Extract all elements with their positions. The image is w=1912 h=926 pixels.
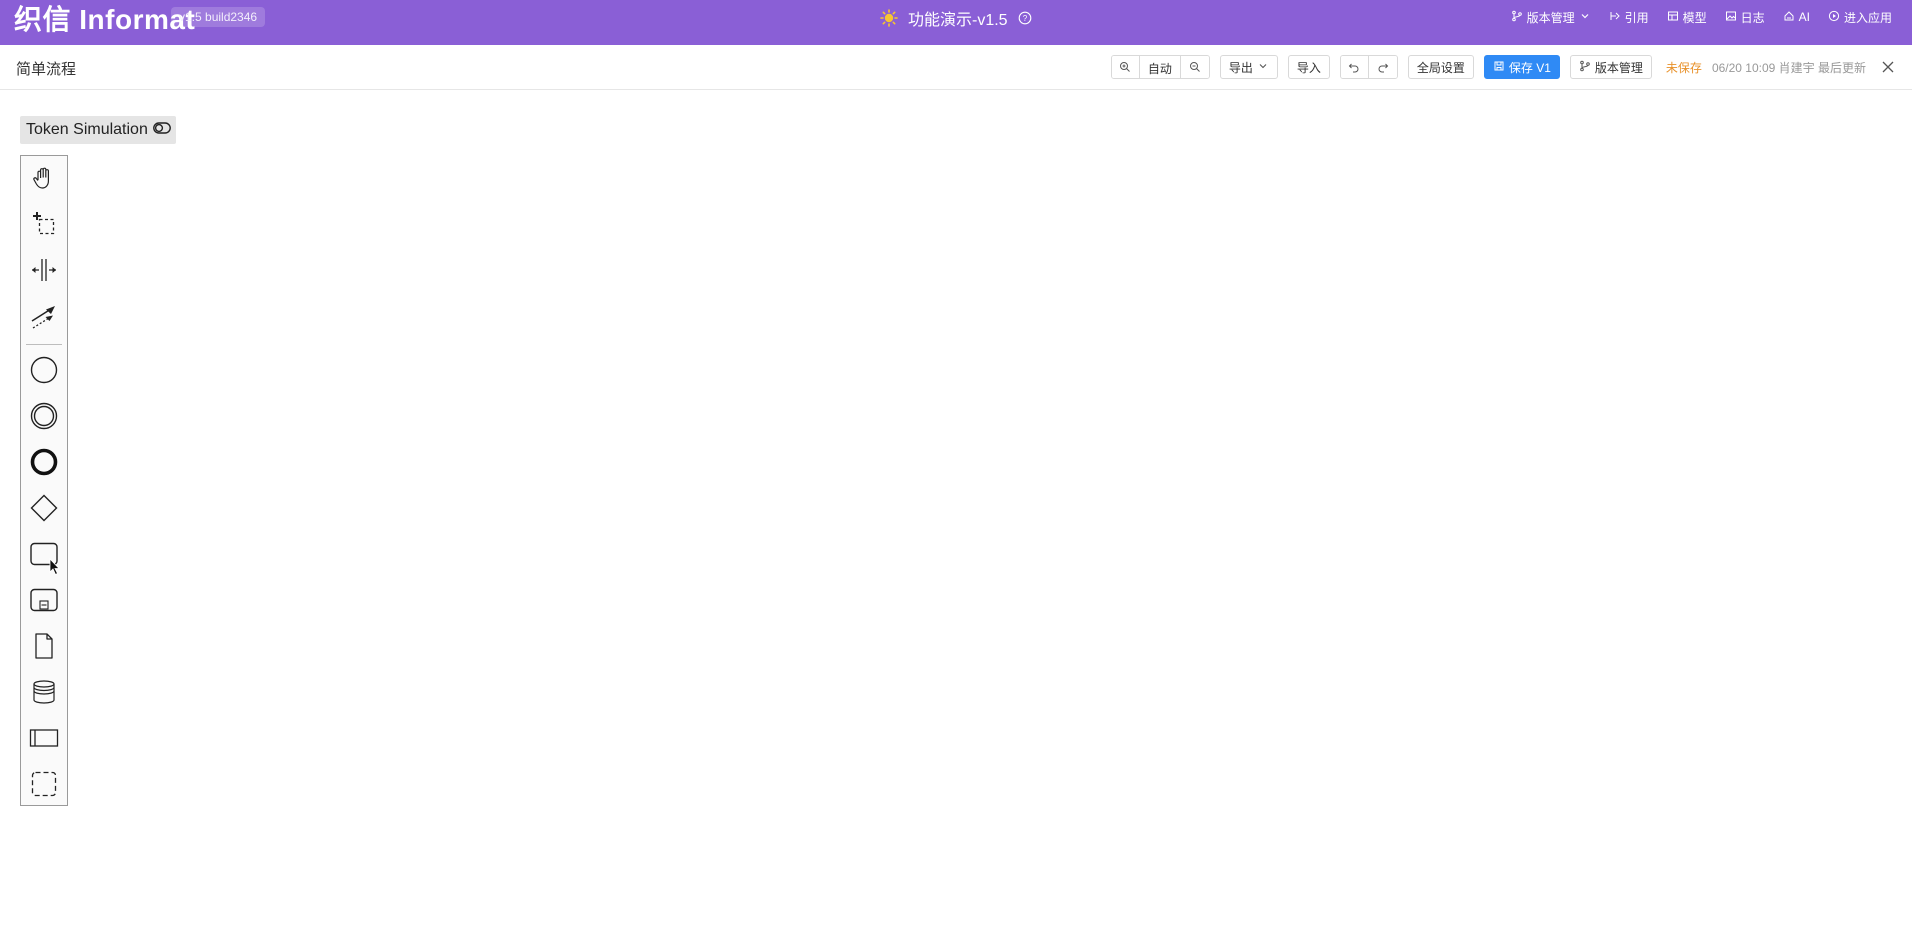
- svg-text:?: ?: [1022, 14, 1027, 23]
- branch-icon: [1579, 60, 1591, 75]
- header-link-log[interactable]: 日志: [1725, 9, 1765, 26]
- data-object-icon: [29, 631, 59, 666]
- header-link-label: AI: [1798, 10, 1810, 24]
- undo-icon: [1348, 61, 1360, 76]
- toolbar-actions: 自动 导出 导入 全局设置 保存 V1 版本管理 未保存 06/20 10:09…: [1110, 55, 1896, 79]
- app-logo[interactable]: 织信 Informat: [14, 0, 195, 36]
- export-label: 导出: [1228, 60, 1253, 75]
- mouse-cursor-icon: [49, 557, 61, 576]
- save-button[interactable]: 保存 V1: [1483, 55, 1560, 79]
- header-link-label: 模型: [1682, 10, 1707, 25]
- save-icon: [1493, 60, 1505, 75]
- close-icon[interactable]: [1880, 59, 1896, 75]
- token-simulation-toggle[interactable]: Token Simulation: [20, 116, 176, 144]
- hand-icon: [29, 163, 59, 198]
- version-badge: v1.5 build2346: [171, 7, 266, 27]
- connect-icon: [29, 301, 59, 336]
- zoom-group: 自动: [1110, 55, 1210, 79]
- chevron-down-icon: [1257, 60, 1269, 75]
- undo-button[interactable]: [1340, 56, 1369, 78]
- pool-icon: [29, 723, 59, 758]
- save-label: 保存 V1: [1508, 60, 1551, 75]
- app-header: 织信 Informat v1.5 build2346 功能演示-v1.5 ? 版…: [0, 0, 1912, 45]
- intermediate-event-icon: [29, 401, 59, 436]
- zoom-auto-button[interactable]: 自动: [1139, 56, 1181, 78]
- play-circle-icon: [1828, 10, 1840, 25]
- space-tool-icon: [29, 255, 59, 290]
- palette-subprocess[interactable]: [21, 582, 67, 622]
- palette-data-store[interactable]: [21, 674, 67, 714]
- gateway-icon: [29, 493, 59, 528]
- header-link-label: 引用: [1624, 10, 1649, 25]
- unsaved-status: 未保存: [1665, 60, 1702, 75]
- palette-group[interactable]: [21, 766, 67, 806]
- palette-separator: [26, 344, 62, 345]
- palette-start-event[interactable]: [21, 352, 67, 392]
- table-icon: [1667, 10, 1679, 25]
- palette-data-object[interactable]: [21, 628, 67, 668]
- palette-gateway[interactable]: [21, 490, 67, 530]
- chevron-down-icon: [1579, 10, 1591, 25]
- page-title: 简单流程: [16, 61, 77, 78]
- bpmn-palette: [20, 155, 68, 806]
- sun-icon: [880, 9, 898, 27]
- header-link-enter-app[interactable]: 进入应用: [1828, 9, 1892, 26]
- header-link-label: 进入应用: [1843, 10, 1892, 25]
- subprocess-icon: [29, 585, 59, 620]
- palette-global-connect-tool[interactable]: [21, 298, 67, 338]
- redo-icon: [1377, 61, 1389, 76]
- version-management-label: 版本管理: [1594, 60, 1643, 75]
- global-settings-button[interactable]: 全局设置: [1407, 55, 1474, 79]
- header-link-label: 日志: [1740, 10, 1765, 25]
- zoom-out-icon: [1189, 61, 1201, 76]
- zoom-out-button[interactable]: [1180, 56, 1209, 78]
- zoom-in-icon: [1119, 61, 1131, 76]
- header-link-reference[interactable]: 引用: [1609, 9, 1649, 26]
- data-store-icon: [29, 677, 59, 712]
- palette-space-tool[interactable]: [21, 252, 67, 292]
- app-title: 功能演示-v1.5: [908, 12, 1008, 29]
- palette-participant[interactable]: [21, 720, 67, 760]
- last-updated-text: 06/20 10:09 肖建宇 最后更新: [1711, 60, 1866, 75]
- header-link-model[interactable]: 模型: [1667, 9, 1707, 26]
- header-link-ai[interactable]: AI: [1783, 10, 1810, 25]
- palette-hand-tool[interactable]: [21, 160, 67, 200]
- header-links: 版本管理 引用 模型 日志 AI 进入应用: [1511, 6, 1892, 28]
- image-icon: [1725, 10, 1737, 25]
- export-button[interactable]: 导出: [1219, 55, 1278, 79]
- help-icon[interactable]: ?: [1018, 11, 1032, 25]
- end-event-icon: [29, 447, 59, 482]
- token-simulation-label: Token Simulation: [26, 121, 148, 138]
- header-link-label: 版本管理: [1526, 10, 1575, 25]
- group-icon: [29, 769, 59, 804]
- redo-button[interactable]: [1368, 56, 1397, 78]
- history-group: [1339, 55, 1398, 79]
- start-event-icon: [29, 355, 59, 390]
- lasso-icon: [29, 209, 59, 244]
- palette-lasso-tool[interactable]: [21, 206, 67, 246]
- editor-toolbar: 简单流程 自动 导出 导入 全局设置 保存 V1 版本管理 未保存 06/20 …: [0, 45, 1912, 90]
- header-link-version[interactable]: 版本管理: [1511, 9, 1591, 26]
- ai-icon: [1783, 10, 1795, 25]
- branch-icon: [1511, 10, 1523, 25]
- version-management-button[interactable]: 版本管理: [1569, 55, 1652, 79]
- toggle-icon: [152, 121, 171, 139]
- app-title-area: 功能演示-v1.5 ?: [880, 6, 1032, 30]
- palette-end-event[interactable]: [21, 444, 67, 484]
- zoom-in-button[interactable]: [1111, 56, 1140, 78]
- palette-intermediate-event[interactable]: [21, 398, 67, 438]
- import-button[interactable]: 导入: [1287, 55, 1330, 79]
- reference-icon: [1609, 10, 1621, 25]
